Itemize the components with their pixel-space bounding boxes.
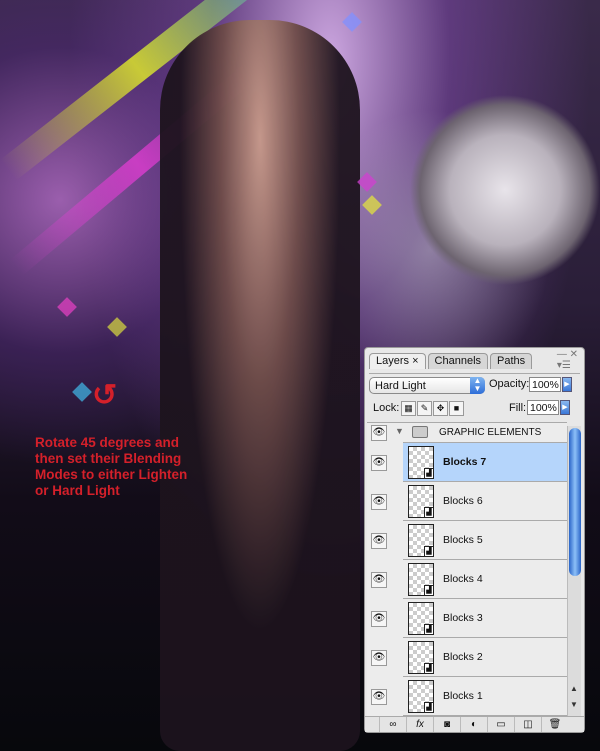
lock-transparency-icon[interactable]: ▦ xyxy=(401,401,416,416)
blend-mode-value: Hard Light xyxy=(375,380,426,392)
lock-brush-icon[interactable]: ✎ xyxy=(417,401,432,416)
fill-field[interactable]: 100% xyxy=(527,400,559,415)
opacity-slider-button[interactable]: ▶ xyxy=(562,377,572,392)
layer-thumbnail: ▟ xyxy=(408,524,434,557)
blend-mode-select[interactable]: Hard Light ▲ ▼ xyxy=(369,377,485,394)
smart-object-icon: ▟ xyxy=(424,585,434,596)
decorative-block xyxy=(72,382,92,402)
layers-panel: Layers × Channels Paths — ✕ ▾☰ Hard Light… xyxy=(364,347,585,733)
layers-panel-toolbar: ∞ fx ◙ ◐ ▭ ◫ 🗑 xyxy=(365,716,584,732)
scrollbar-thumb[interactable] xyxy=(569,428,581,576)
decorative-block xyxy=(107,317,127,337)
lock-all-icon[interactable]: ■ xyxy=(449,401,464,416)
stepper-icon: ▲ ▼ xyxy=(470,377,485,394)
layer-thumbnail: ▟ xyxy=(408,446,434,479)
scroll-up-arrow-icon[interactable]: ▲ xyxy=(570,684,578,693)
opacity-field[interactable]: 100% xyxy=(529,377,561,392)
tab-label: Layers xyxy=(376,355,410,367)
visibility-eye-icon[interactable]: 👁 xyxy=(371,533,387,549)
panel-window-controls[interactable]: — ✕ ▾☰ xyxy=(557,349,578,371)
smart-object-icon: ▟ xyxy=(424,546,434,557)
lock-label: Lock: xyxy=(373,402,400,414)
new-layer-icon[interactable]: ◫ xyxy=(514,717,541,732)
layer-thumbnail: ▟ xyxy=(408,641,434,674)
tab-paths[interactable]: Paths xyxy=(490,353,533,369)
smart-object-icon: ▟ xyxy=(424,468,434,479)
fill-label: Fill: xyxy=(509,402,527,414)
layer-row[interactable]: ▟ Blocks 3 xyxy=(403,599,567,638)
layer-name: Blocks 5 xyxy=(443,534,483,546)
layer-row[interactable]: ▟ Blocks 1 xyxy=(403,677,567,716)
visibility-eye-icon[interactable]: 👁 xyxy=(371,572,387,588)
delete-layer-icon[interactable]: 🗑 xyxy=(541,717,568,732)
tab-layers[interactable]: Layers × xyxy=(369,353,426,369)
opacity-label: Opacity: xyxy=(489,378,530,390)
group-name: GRAPHIC ELEMENTS xyxy=(439,427,542,438)
visibility-eye-icon[interactable]: 👁 xyxy=(371,650,387,666)
scroll-down-arrow-icon[interactable]: ▼ xyxy=(570,700,578,709)
visibility-eye-icon[interactable]: 👁 xyxy=(371,455,387,471)
layer-name: Blocks 2 xyxy=(443,651,483,663)
rotate-arrow-icon: ↺ xyxy=(92,379,118,412)
layer-name: Blocks 3 xyxy=(443,612,483,624)
layer-row[interactable]: ▟ Blocks 6 xyxy=(403,482,567,521)
layer-thumbnail: ▟ xyxy=(408,563,434,596)
tutorial-caption: Rotate 45 degrees and then set their Ble… xyxy=(35,435,188,498)
decorative-block xyxy=(362,195,382,215)
layer-name: Blocks 1 xyxy=(443,690,483,702)
layer-row[interactable]: ▟ Blocks 4 xyxy=(403,560,567,599)
smart-object-icon: ▟ xyxy=(424,663,434,674)
adjustment-layer-icon[interactable]: ◐ xyxy=(460,717,487,732)
layer-group-row[interactable]: ▼ GRAPHIC ELEMENTS xyxy=(395,423,567,443)
fill-slider-button[interactable]: ▶ xyxy=(560,400,570,415)
layer-name: Blocks 6 xyxy=(443,495,483,507)
decorative-block xyxy=(57,297,77,317)
folder-icon xyxy=(412,426,428,438)
layer-thumbnail: ▟ xyxy=(408,485,434,518)
layer-thumbnail: ▟ xyxy=(408,680,434,713)
smart-object-icon: ▟ xyxy=(424,624,434,635)
layer-name: Blocks 7 xyxy=(443,456,487,468)
visibility-eye-icon[interactable]: 👁 xyxy=(371,611,387,627)
layer-row[interactable]: ▟ Blocks 2 xyxy=(403,638,567,677)
layer-thumbnail: ▟ xyxy=(408,602,434,635)
visibility-eye-icon[interactable]: 👁 xyxy=(371,689,387,705)
visibility-eye-icon[interactable]: 👁 xyxy=(371,425,387,441)
new-group-icon[interactable]: ▭ xyxy=(487,717,514,732)
tab-channels[interactable]: Channels xyxy=(427,353,489,369)
scrollbar[interactable]: ▲ ▼ xyxy=(567,426,581,716)
decorative-block xyxy=(342,12,362,32)
layer-style-fx-icon[interactable]: fx xyxy=(406,717,433,732)
model-figure xyxy=(160,20,360,751)
decorative-block xyxy=(357,172,377,192)
layer-row[interactable]: ▟ Blocks 5 xyxy=(403,521,567,560)
layer-row[interactable]: ▟ Blocks 7 xyxy=(403,443,567,482)
visibility-eye-icon[interactable]: 👁 xyxy=(371,494,387,510)
layers-list: 👁 ▼ GRAPHIC ELEMENTS 👁 ▟ Blocks 7 👁 ▟ Bl… xyxy=(367,422,567,716)
layer-name: Blocks 4 xyxy=(443,573,483,585)
disclosure-triangle-icon[interactable]: ▼ xyxy=(395,426,404,436)
smart-object-icon: ▟ xyxy=(424,507,434,518)
lock-move-icon[interactable]: ✥ xyxy=(433,401,448,416)
add-mask-icon[interactable]: ◙ xyxy=(433,717,460,732)
smart-object-icon: ▟ xyxy=(424,702,434,713)
link-layers-icon[interactable]: ∞ xyxy=(379,717,406,732)
close-icon[interactable]: × xyxy=(412,355,418,367)
